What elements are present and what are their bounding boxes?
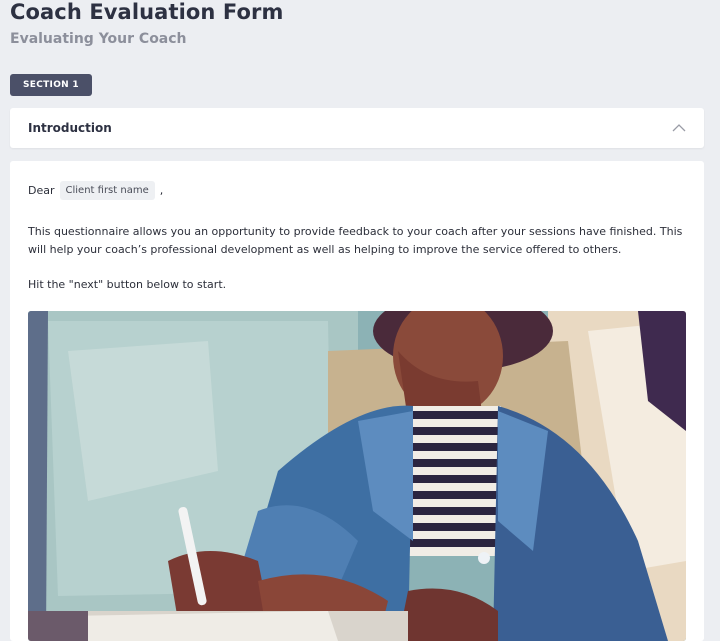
introduction-accordion-header[interactable]: Introduction [10,108,704,148]
section-badge: SECTION 1 [10,74,92,96]
page-title: Coach Evaluation Form [10,0,284,24]
hero-image [28,311,686,641]
greeting-line: Dear Client first name , [28,181,163,200]
accordion-title: Introduction [28,121,112,135]
introduction-content-card: Dear Client first name , This questionna… [10,161,704,641]
greeting-suffix: , [159,184,164,197]
client-first-name-tag: Client first name [59,181,155,200]
start-instruction: Hit the "next" button below to start. [28,278,227,291]
page-subtitle: Evaluating Your Coach [10,31,187,47]
intro-paragraph: This questionnaire allows you an opportu… [28,225,683,256]
chevron-up-icon[interactable] [672,121,686,135]
greeting-prefix: Dear [28,184,55,197]
